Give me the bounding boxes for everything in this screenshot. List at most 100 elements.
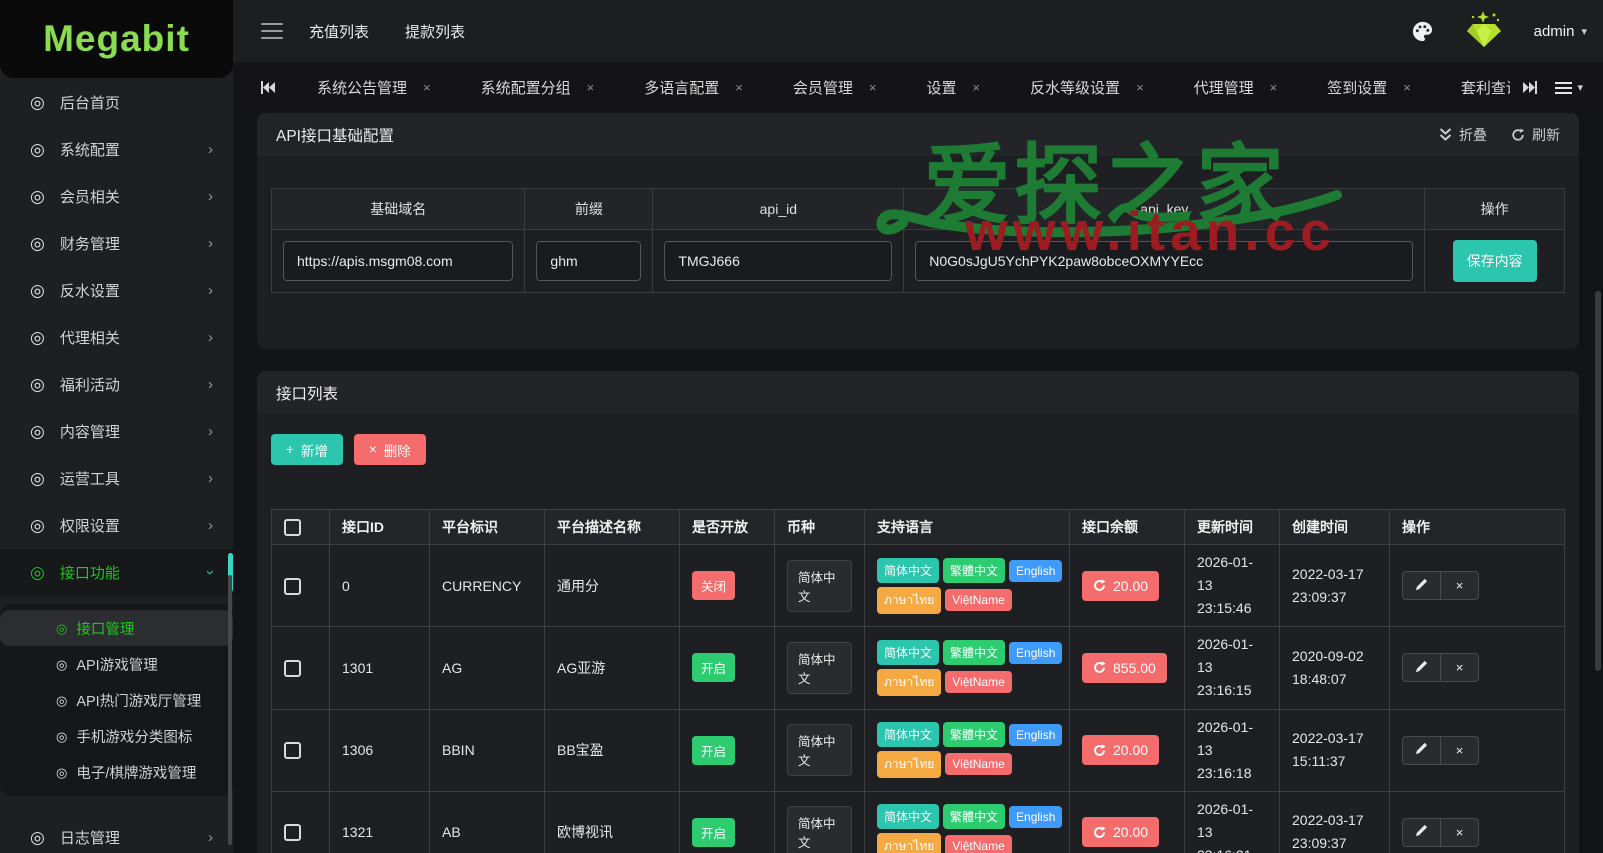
tab-close-icon[interactable]: × <box>972 80 980 95</box>
tab-label: 设置 <box>926 80 957 97</box>
balance-value: 20.00 <box>1113 742 1149 759</box>
tab-close-icon[interactable]: × <box>587 80 595 95</box>
currency-tag: 简体中文 <box>787 724 852 777</box>
platform-name-cell: 欧博视讯 <box>544 790 680 853</box>
save-button[interactable]: 保存内容 <box>1452 240 1537 282</box>
balance-refresh-badge[interactable]: 20.00 <box>1082 570 1160 601</box>
pencil-icon <box>1415 578 1428 594</box>
refresh-button[interactable]: 刷新 <box>1511 125 1560 145</box>
edit-button[interactable] <box>1402 653 1441 683</box>
sidebar-subitem[interactable]: ◎ 接口管理 <box>0 610 233 646</box>
platform-code-cell: AG <box>429 626 545 710</box>
tab-close-icon[interactable]: × <box>423 80 431 95</box>
table-row: 1321 AB 欧博视讯 开启 简体中文 简体中文 繁體中文 Englishภาษาไทย Vi… <box>271 790 1565 853</box>
add-button[interactable]: + 新增 <box>271 434 343 465</box>
sidebar-subitem[interactable]: ◎ 电子/棋牌游戏管理 <box>0 754 233 790</box>
created-time-cell: 2022-03-17 23:09:37 <box>1279 790 1390 853</box>
sidebar-scrollbar[interactable] <box>228 575 232 845</box>
user-dropdown[interactable]: admin ▾ <box>1534 23 1587 40</box>
sidebar-subitem[interactable]: ◎ 手机游戏分类图标 <box>0 718 233 754</box>
sidebar-item[interactable]: ◎ 权限设置 › <box>0 502 233 549</box>
sidebar-item[interactable]: ◎ 内容管理 › <box>0 408 233 455</box>
sidebar-subitem[interactable]: ◎ API热门游戏厅管理 <box>0 682 233 718</box>
close-icon: × <box>1455 660 1464 676</box>
edit-button[interactable] <box>1402 817 1441 847</box>
platform-name-cell: BB宝盈 <box>544 708 680 792</box>
interface-table-header-row: 接口ID 平台标识 平台描述名称 是否开放 币种 支持语言 接口余额 更新时间 创建时间 操作 <box>271 509 1565 545</box>
sidebar-item[interactable]: ◎ 财务管理 › <box>0 220 233 267</box>
sidebar-item[interactable]: ◎ 后台首页 <box>0 79 233 126</box>
brand-logo[interactable]: Megabit <box>0 0 233 78</box>
scroll-tabs-left-icon[interactable] <box>249 81 288 94</box>
hamburger-menu-icon[interactable] <box>261 18 283 44</box>
status-badge: 开启 <box>692 653 736 683</box>
tab-close-icon[interactable]: × <box>1270 80 1278 95</box>
currency-tag: 简体中文 <box>787 641 852 694</box>
row-checkbox[interactable] <box>284 824 301 842</box>
page-scrollbar[interactable] <box>1595 291 1601 671</box>
theme-palette-icon[interactable] <box>1411 20 1434 43</box>
platform-code-cell: AB <box>429 790 545 853</box>
diamond-logo-icon[interactable] <box>1462 10 1506 52</box>
sidebar-item[interactable]: ◎ 会员相关 › <box>0 173 233 220</box>
balance-refresh-badge[interactable]: 855.00 <box>1082 652 1167 683</box>
remove-button[interactable]: × <box>1440 571 1479 601</box>
sidebar-item[interactable]: ◎ 系统配置 › <box>0 126 233 173</box>
balance-refresh-badge[interactable]: 20.00 <box>1082 735 1160 766</box>
scroll-tabs-right-icon[interactable] <box>1510 81 1549 94</box>
updated-time-cell: 2026-01-13 23:16:21 <box>1184 790 1280 853</box>
sidebar-subitem[interactable]: ◎ API游戏管理 <box>0 646 233 682</box>
language-tags: 简体中文 繁體中文 English ภาษาไทย ViệtName <box>877 802 1069 853</box>
tab[interactable]: 多语言配置 × <box>619 62 768 113</box>
edit-button[interactable] <box>1402 571 1441 601</box>
tab[interactable]: 反水等级设置 × <box>1005 62 1169 113</box>
sidebar-item[interactable]: ◎ 接口功能 › <box>0 549 233 596</box>
tab[interactable]: 会员管理 × <box>768 62 902 113</box>
tab-close-icon[interactable]: × <box>735 80 743 95</box>
row-checkbox[interactable] <box>284 659 301 677</box>
status-badge: 关闭 <box>692 571 736 601</box>
sidebar-item[interactable]: ◎ 代理相关 › <box>0 314 233 361</box>
tab[interactable]: 设置 × <box>901 62 1005 113</box>
prefix-input[interactable] <box>536 241 642 281</box>
sidebar-item-label: 会员相关 <box>59 189 120 206</box>
row-checkbox[interactable] <box>284 577 301 595</box>
topbar-link[interactable]: 充值列表 <box>309 21 369 42</box>
tab[interactable]: 签到设置 × <box>1302 62 1436 113</box>
tab[interactable]: 系统公告管理 × <box>292 62 456 113</box>
tab-options-dropdown[interactable]: ▾ <box>1549 79 1589 97</box>
remove-button[interactable]: × <box>1440 817 1479 847</box>
delete-button[interactable]: × 删除 <box>353 434 426 465</box>
close-icon: × <box>1455 742 1464 758</box>
select-all-checkbox[interactable] <box>284 518 301 536</box>
tab-close-icon[interactable]: × <box>869 80 877 95</box>
column-header: 接口余额 <box>1069 509 1185 545</box>
remove-button[interactable]: × <box>1440 735 1479 765</box>
api-key-input[interactable] <box>915 241 1414 281</box>
tab[interactable]: 套利查询× <box>1436 62 1511 113</box>
languages-cell: 简体中文 繁體中文 English ภาษาไทย ViệtName <box>864 543 1070 628</box>
api-id-input[interactable] <box>664 241 893 281</box>
balance-refresh-badge[interactable]: 20.00 <box>1082 817 1160 848</box>
sidebar-item[interactable]: ◎ 反水设置 › <box>0 267 233 314</box>
column-header: 平台标识 <box>429 509 545 545</box>
remove-button[interactable]: × <box>1440 653 1479 683</box>
base-domain-input[interactable] <box>283 241 514 281</box>
tab-close-icon[interactable]: × <box>1403 80 1411 95</box>
sidebar-item[interactable]: ◎ 日志管理 › <box>0 814 233 853</box>
row-checkbox[interactable] <box>284 742 301 760</box>
updated-time-cell: 2026-01-13 23:16:15 <box>1184 626 1280 710</box>
languages-cell: 简体中文 繁體中文 English ภาษาไทย ViệtName <box>864 626 1070 710</box>
action-button-group: × <box>1402 653 1479 683</box>
tab-close-icon[interactable]: × <box>1136 80 1144 95</box>
topbar-link[interactable]: 提款列表 <box>405 21 465 42</box>
tab[interactable]: 系统配置分组 × <box>456 62 620 113</box>
tab[interactable]: 代理管理 × <box>1169 62 1303 113</box>
sidebar-item[interactable]: ◎ 运营工具 › <box>0 455 233 502</box>
column-header: 平台描述名称 <box>544 509 680 545</box>
collapse-button[interactable]: 折叠 <box>1439 125 1487 145</box>
actions-cell: × <box>1389 543 1565 628</box>
edit-button[interactable] <box>1402 735 1441 765</box>
language-tag: ภาษาไทย <box>877 751 942 779</box>
sidebar-item[interactable]: ◎ 福利活动 › <box>0 361 233 408</box>
